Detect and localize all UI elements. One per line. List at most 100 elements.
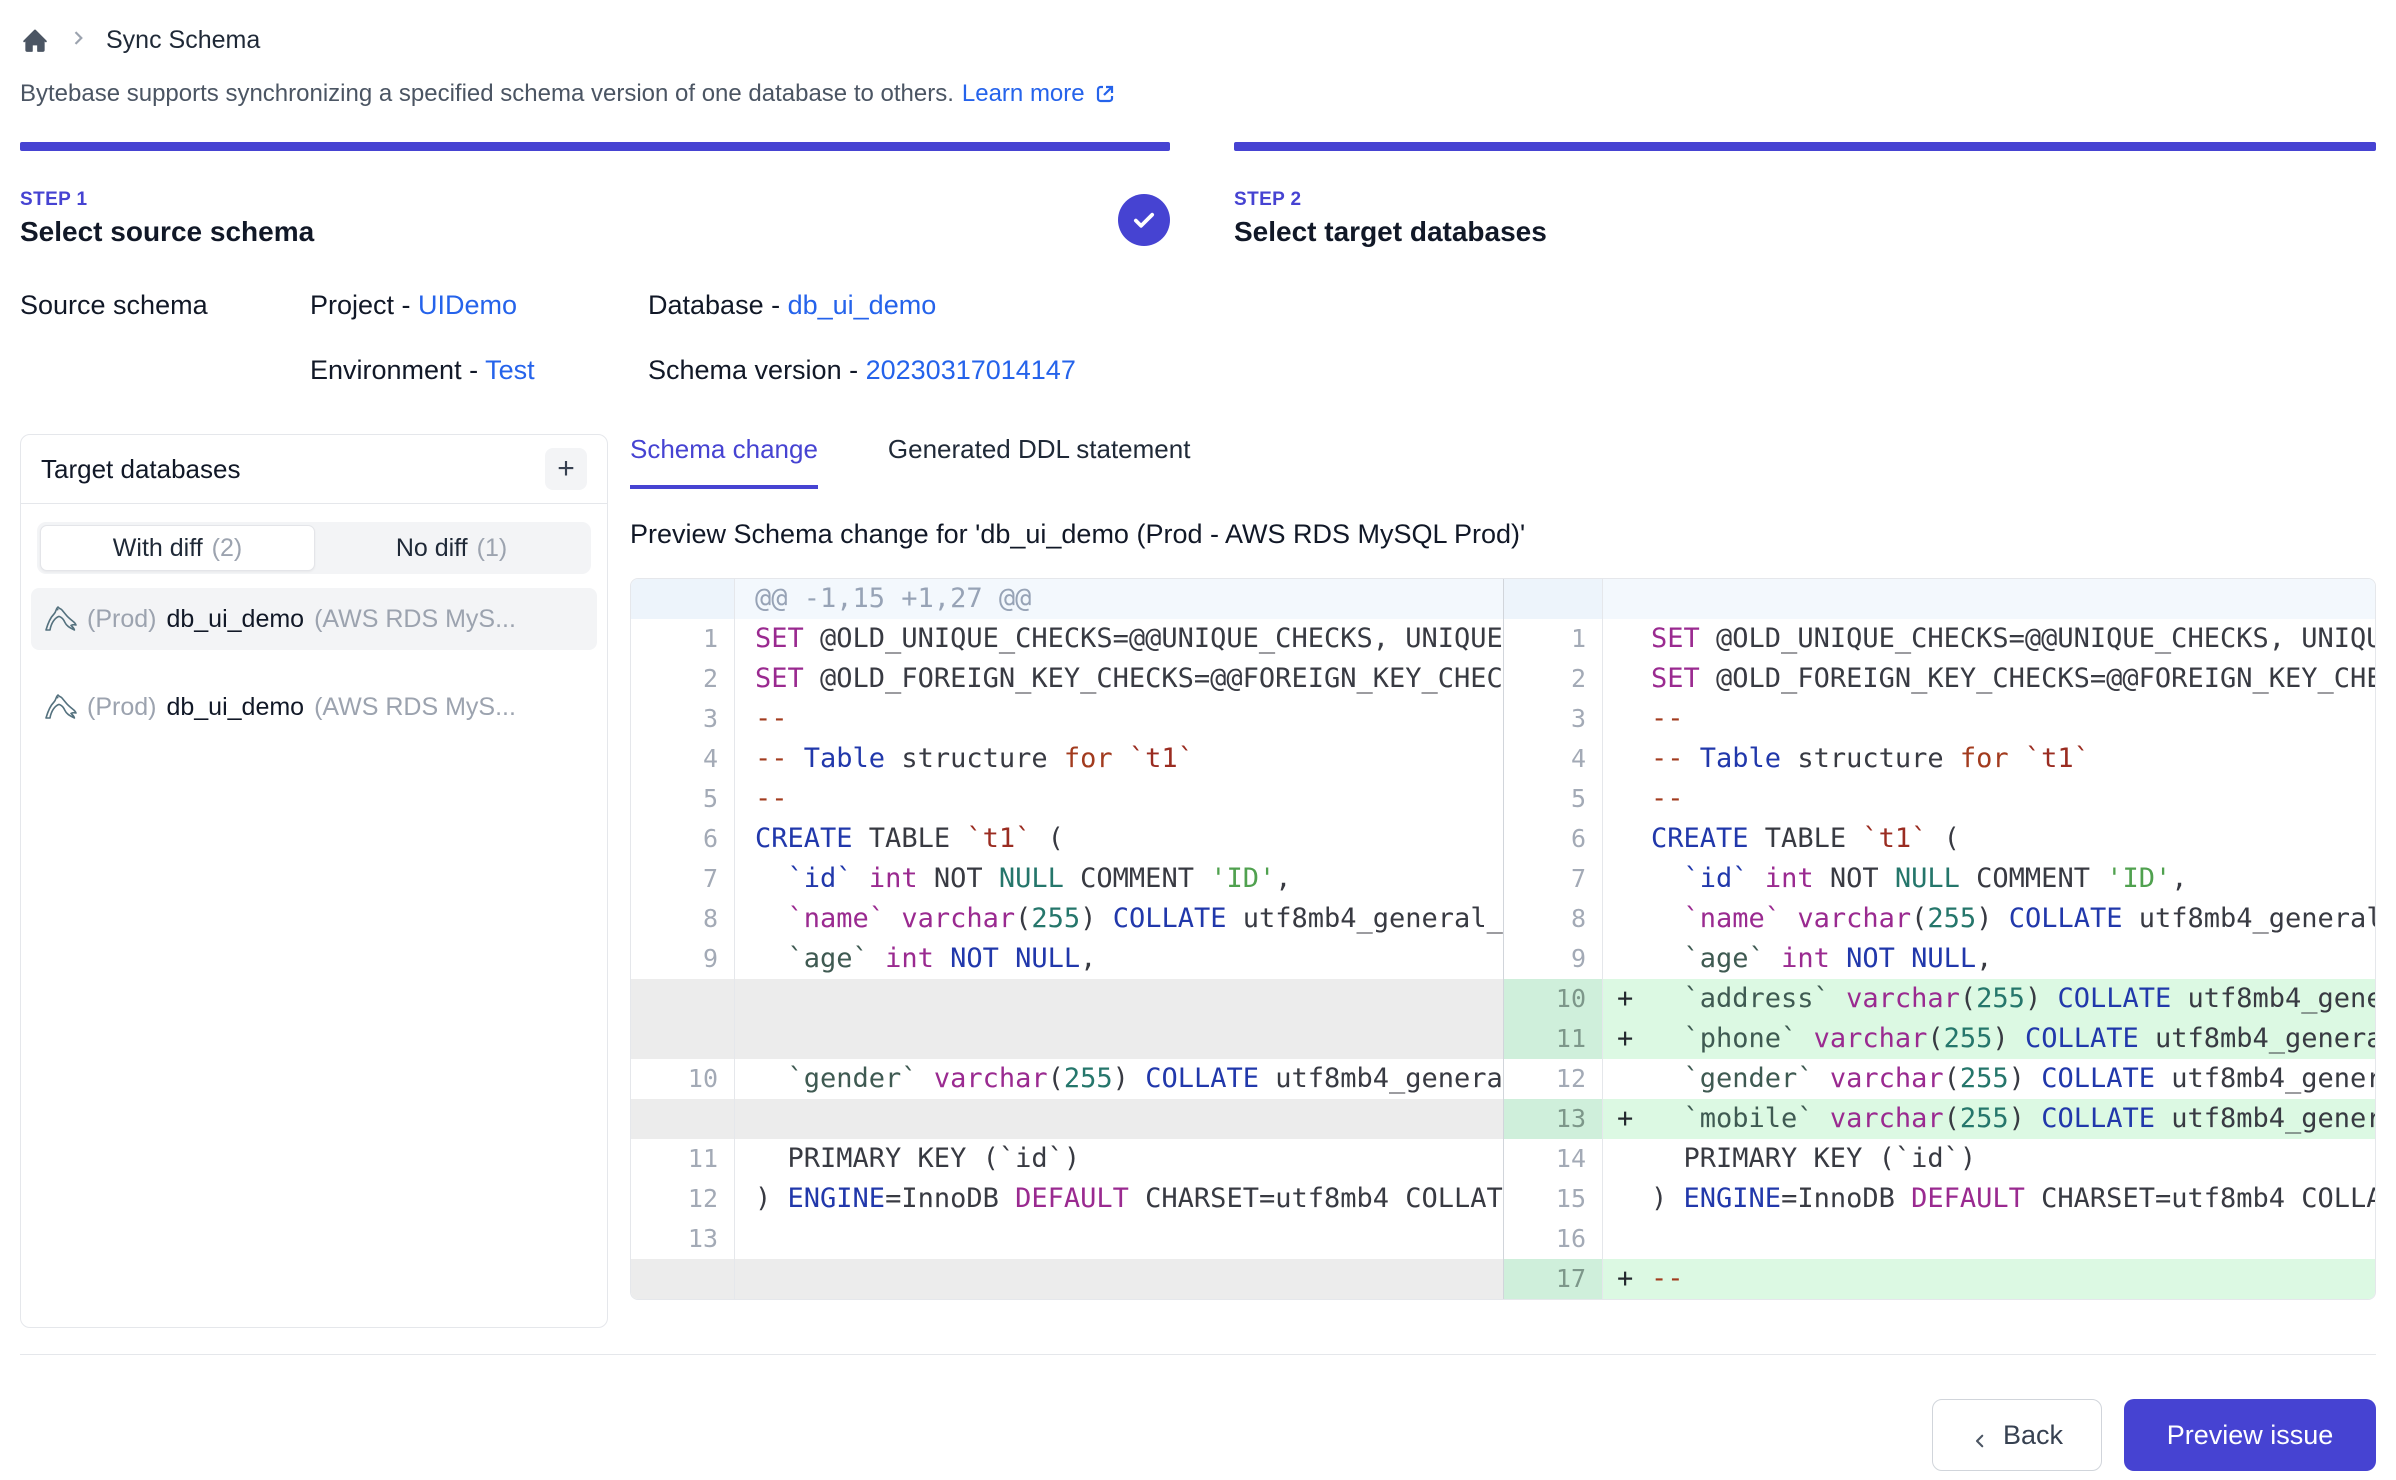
learn-more-link[interactable]: Learn more bbox=[962, 80, 1117, 108]
diff-line-number-left: 4 bbox=[631, 739, 735, 779]
back-button[interactable]: Back bbox=[1932, 1399, 2102, 1471]
hunk-header-text: @@ -1,15 +1,27 @@ bbox=[735, 579, 1504, 619]
schema-diff-view: @@ -1,15 +1,27 @@ 1SET @OLD_UNIQUE_CHECK… bbox=[630, 578, 2376, 1300]
diff-code-right: ) ENGINE=InnoDB DEFAULT CHARSET=utf8mb4 … bbox=[1603, 1179, 2375, 1219]
diff-code-line: `name` varchar(255) COLLATE utf8mb4_gene… bbox=[1651, 899, 2375, 939]
diff-added-sign bbox=[1617, 1219, 1651, 1259]
diff-row: 11 PRIMARY KEY (`id`)14 PRIMARY KEY (`id… bbox=[631, 1139, 2375, 1179]
database-link[interactable]: db_ui_demo bbox=[788, 290, 937, 320]
diff-row: 4-- Table structure for `t1`4-- Table st… bbox=[631, 739, 2375, 779]
no-diff-count: (1) bbox=[477, 534, 508, 563]
diff-code-left: -- bbox=[735, 779, 1504, 819]
diff-hunk-header: @@ -1,15 +1,27 @@ bbox=[631, 579, 2375, 619]
diff-line-number-right: 10 bbox=[1504, 979, 1603, 1019]
source-schema-label: Source schema bbox=[20, 290, 310, 321]
diff-line-number-right: 2 bbox=[1504, 659, 1603, 699]
diff-code-right: + `address` varchar(255) COLLATE utf8mb4… bbox=[1603, 979, 2375, 1019]
diff-row: 6CREATE TABLE `t1` (6CREATE TABLE `t1` ( bbox=[631, 819, 2375, 859]
diff-line-number-left: 7 bbox=[631, 859, 735, 899]
diff-line-number-left: 10 bbox=[631, 1059, 735, 1099]
external-link-icon bbox=[1093, 82, 1117, 106]
diff-code-line: SET @OLD_FOREIGN_KEY_CHECKS=@@FOREIGN_KE… bbox=[1651, 659, 2375, 699]
diff-row: 13+ `mobile` varchar(255) COLLATE utf8mb… bbox=[631, 1099, 2375, 1139]
project-field: Project - UIDemo bbox=[310, 290, 648, 321]
diff-code-line: PRIMARY KEY (`id`) bbox=[1651, 1139, 2375, 1179]
diff-code-right: +-- bbox=[1603, 1259, 2375, 1299]
diff-row: 10+ `address` varchar(255) COLLATE utf8m… bbox=[631, 979, 2375, 1019]
preview-issue-button[interactable]: Preview issue bbox=[2124, 1399, 2376, 1471]
schema-version-link[interactable]: 20230317014147 bbox=[866, 355, 1076, 385]
target-databases-panel: Target databases + With diff (2) No diff… bbox=[20, 434, 608, 1328]
diff-line-number-right: 11 bbox=[1504, 1019, 1603, 1059]
diff-code-right: CREATE TABLE `t1` ( bbox=[1603, 819, 2375, 859]
diff-code-right: -- Table structure for `t1` bbox=[1603, 739, 2375, 779]
diff-code-right: SET @OLD_FOREIGN_KEY_CHECKS=@@FOREIGN_KE… bbox=[1603, 659, 2375, 699]
preview-heading: Preview Schema change for 'db_ui_demo (P… bbox=[630, 519, 2376, 550]
diff-code-right: `name` varchar(255) COLLATE utf8mb4_gene… bbox=[1603, 899, 2375, 939]
diff-code-line: `gender` varchar(255) COLLATE utf8mb4_ge… bbox=[1651, 1059, 2375, 1099]
diff-added-sign bbox=[1617, 739, 1651, 779]
diff-line-number-left bbox=[631, 1019, 735, 1059]
step-2-label: STEP 2 bbox=[1234, 189, 2376, 211]
diff-code-right: `gender` varchar(255) COLLATE utf8mb4_ge… bbox=[1603, 1059, 2375, 1099]
diff-code-line: `age` int NOT NULL, bbox=[1651, 939, 2375, 979]
diff-line-number-right: 4 bbox=[1504, 739, 1603, 779]
database-list-item[interactable]: (Prod) db_ui_demo (AWS RDS MyS... bbox=[31, 588, 597, 650]
diff-line-number-right: 5 bbox=[1504, 779, 1603, 819]
diff-row: 12) ENGINE=InnoDB DEFAULT CHARSET=utf8mb… bbox=[631, 1179, 2375, 1219]
diff-code-right: -- bbox=[1603, 779, 2375, 819]
diff-line-number-left: 9 bbox=[631, 939, 735, 979]
page-title: Sync Schema bbox=[106, 26, 260, 55]
database-list-item[interactable]: (Prod) db_ui_demo (AWS RDS MyS... bbox=[31, 676, 597, 738]
tab-no-diff[interactable]: No diff (1) bbox=[315, 525, 588, 571]
home-icon[interactable] bbox=[20, 25, 50, 55]
diff-line-number-left: 6 bbox=[631, 819, 735, 859]
diff-code-right: PRIMARY KEY (`id`) bbox=[1603, 1139, 2375, 1179]
diff-code-left: CREATE TABLE `t1` ( bbox=[735, 819, 1504, 859]
diff-line-number-left: 11 bbox=[631, 1139, 735, 1179]
diff-code-left bbox=[735, 979, 1504, 1019]
diff-line-number-right: 8 bbox=[1504, 899, 1603, 939]
chevron-left-icon bbox=[1971, 1426, 1989, 1444]
diff-code-right: + `mobile` varchar(255) COLLATE utf8mb4_… bbox=[1603, 1099, 2375, 1139]
diff-added-sign bbox=[1617, 659, 1651, 699]
diff-added-sign bbox=[1617, 699, 1651, 739]
step-1: STEP 1 Select source schema bbox=[20, 142, 1170, 248]
diff-code-line: ) ENGINE=InnoDB DEFAULT CHARSET=utf8mb4 … bbox=[1651, 1179, 2375, 1219]
diff-line-number-left: 5 bbox=[631, 779, 735, 819]
schema-preview-section: Schema change Generated DDL statement Pr… bbox=[630, 434, 2376, 1300]
diff-added-sign bbox=[1617, 819, 1651, 859]
tab-with-diff[interactable]: With diff (2) bbox=[40, 525, 315, 571]
diff-code-left: `name` varchar(255) COLLATE utf8mb4_gene… bbox=[735, 899, 1504, 939]
diff-row: 8 `name` varchar(255) COLLATE utf8mb4_ge… bbox=[631, 899, 2375, 939]
diff-code-line: `phone` varchar(255) COLLATE utf8mb4_gen… bbox=[1651, 1019, 2375, 1059]
diff-code-line: -- bbox=[1651, 779, 2375, 819]
diff-added-sign: + bbox=[1617, 1019, 1651, 1059]
diff-code-left: ) ENGINE=InnoDB DEFAULT CHARSET=utf8mb4 … bbox=[735, 1179, 1504, 1219]
project-link[interactable]: UIDemo bbox=[418, 290, 517, 320]
diff-code-right bbox=[1603, 1219, 2375, 1259]
diff-code-line: `id` int NOT NULL COMMENT 'ID', bbox=[1651, 859, 2375, 899]
diff-code-right: `age` int NOT NULL, bbox=[1603, 939, 2375, 979]
diff-code-left: `id` int NOT NULL COMMENT 'ID', bbox=[735, 859, 1504, 899]
plus-icon: + bbox=[557, 454, 575, 484]
diff-added-sign bbox=[1617, 899, 1651, 939]
tab-generated-ddl[interactable]: Generated DDL statement bbox=[888, 434, 1191, 489]
database-field: Database - db_ui_demo bbox=[648, 290, 2376, 321]
target-databases-title: Target databases bbox=[41, 454, 240, 485]
diff-row: 1SET @OLD_UNIQUE_CHECKS=@@UNIQUE_CHECKS,… bbox=[631, 619, 2375, 659]
step-2-progress-bar bbox=[1234, 142, 2376, 151]
add-database-button[interactable]: + bbox=[545, 448, 587, 490]
environment-link[interactable]: Test bbox=[485, 355, 535, 385]
diff-line-number-right: 6 bbox=[1504, 819, 1603, 859]
diff-row: 1316 bbox=[631, 1219, 2375, 1259]
mysql-icon bbox=[43, 692, 77, 722]
diff-row: 9 `age` int NOT NULL,9 `age` int NOT NUL… bbox=[631, 939, 2375, 979]
diff-code-left bbox=[735, 1219, 1504, 1259]
diff-code-line: -- bbox=[1651, 699, 2375, 739]
step-1-completed-check-icon bbox=[1118, 194, 1170, 246]
tab-schema-change[interactable]: Schema change bbox=[630, 434, 818, 489]
diff-row: 11 + `phone` varchar(255) COLLATE utf8mb4… bbox=[631, 1019, 2375, 1059]
step-1-label: STEP 1 bbox=[20, 189, 1170, 211]
sync-schema-page: Sync Schema Bytebase supports synchroniz… bbox=[0, 0, 2396, 1480]
